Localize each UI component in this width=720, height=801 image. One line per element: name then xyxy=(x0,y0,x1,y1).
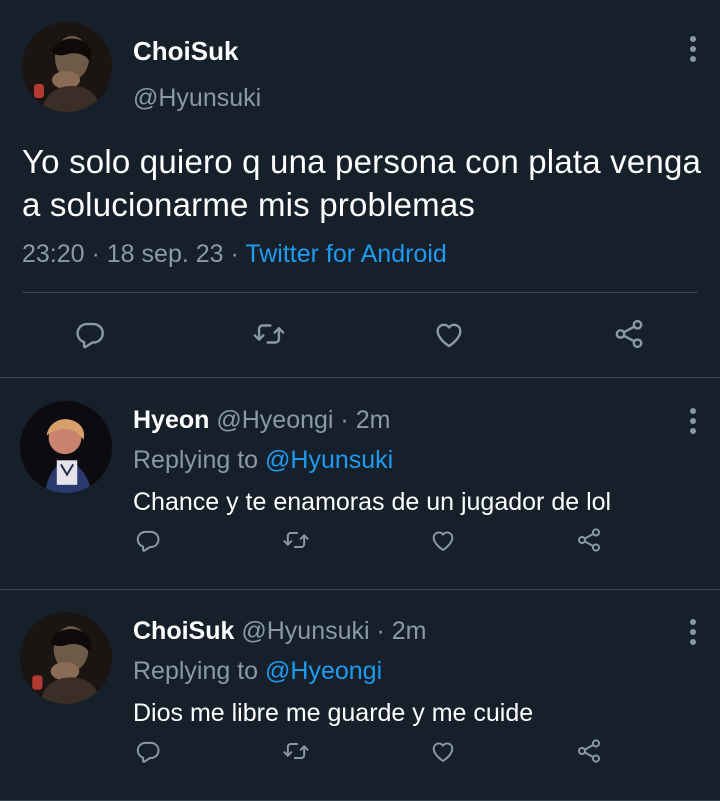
reply-header: Hyeon @Hyeongi · 2m xyxy=(133,406,390,435)
meta-separator: · xyxy=(84,240,107,268)
like-icon xyxy=(429,737,457,765)
avatar[interactable] xyxy=(20,401,112,493)
handle[interactable]: @Hyunsuki xyxy=(133,84,261,113)
tweet-date: 18 sep. 23 xyxy=(106,240,224,268)
profile-photo xyxy=(20,612,112,704)
reply-tweet[interactable]: Hyeon @Hyeongi · 2m Replying to @Hyunsuk… xyxy=(0,378,720,590)
meta-separator: · xyxy=(223,240,246,268)
display-name[interactable]: ChoiSuk xyxy=(133,36,238,67)
tweet-age: 2m xyxy=(391,617,427,645)
share-icon xyxy=(575,737,603,765)
replying-to: Replying to @Hyeongi xyxy=(133,657,382,686)
tweet-text: Chance y te enamoras de un jugador de lo… xyxy=(133,488,612,516)
retweet-icon xyxy=(282,526,310,554)
reply-icon xyxy=(134,737,162,765)
tweet-time: 23:20 xyxy=(22,240,85,268)
like-button[interactable] xyxy=(428,736,458,766)
profile-photo xyxy=(20,401,112,493)
reply-tweet[interactable]: ChoiSuk @Hyunsuki · 2m Replying to @Hyeo… xyxy=(0,589,720,801)
retweet-button[interactable] xyxy=(281,525,311,555)
replying-to: Replying to @Hyunsuki xyxy=(133,446,393,475)
display-name[interactable]: ChoiSuk xyxy=(133,617,234,645)
handle[interactable]: @Hyeongi xyxy=(216,406,333,434)
like-icon xyxy=(429,526,457,554)
retweet-button[interactable] xyxy=(251,316,287,352)
replying-to-link[interactable]: @Hyunsuki xyxy=(265,446,393,474)
like-icon xyxy=(432,317,466,351)
reply-button[interactable] xyxy=(133,736,163,766)
retweet-button[interactable] xyxy=(281,736,311,766)
reply-button[interactable] xyxy=(72,316,108,352)
avatar[interactable] xyxy=(22,22,112,112)
reply-icon xyxy=(73,317,107,351)
share-icon xyxy=(612,317,646,351)
tweet-meta: 23:20 · 18 sep. 23 · Twitter for Android xyxy=(22,240,447,269)
divider xyxy=(22,292,698,293)
reply-header: ChoiSuk @Hyunsuki · 2m xyxy=(133,617,427,646)
like-button[interactable] xyxy=(431,316,467,352)
more-options-icon[interactable] xyxy=(683,408,703,438)
share-icon xyxy=(575,526,603,554)
meta-separator: · xyxy=(369,617,392,645)
avatar[interactable] xyxy=(20,612,112,704)
replying-prefix: Replying to xyxy=(133,446,259,474)
tweet-age: 2m xyxy=(355,406,391,434)
share-button[interactable] xyxy=(574,525,604,555)
tweet-text: Dios me libre me guarde y me cuide xyxy=(133,699,534,727)
like-button[interactable] xyxy=(428,525,458,555)
reply-icon xyxy=(134,526,162,554)
meta-separator: · xyxy=(333,406,356,434)
tweet-source-link[interactable]: Twitter for Android xyxy=(245,240,446,268)
profile-photo xyxy=(22,22,112,112)
tweet-text: Yo solo quiero q una persona con plata v… xyxy=(22,143,702,223)
share-button[interactable] xyxy=(611,316,647,352)
display-name[interactable]: Hyeon xyxy=(133,406,209,434)
more-options-icon[interactable] xyxy=(683,36,703,66)
replying-to-link[interactable]: @Hyeongi xyxy=(265,657,382,685)
retweet-icon xyxy=(252,317,286,351)
retweet-icon xyxy=(282,737,310,765)
handle[interactable]: @Hyunsuki xyxy=(241,617,369,645)
main-tweet[interactable]: ChoiSuk @Hyunsuki Yo solo quiero q una p… xyxy=(0,0,720,378)
more-options-icon[interactable] xyxy=(683,619,703,649)
replying-prefix: Replying to xyxy=(133,657,259,685)
share-button[interactable] xyxy=(574,736,604,766)
reply-button[interactable] xyxy=(133,525,163,555)
